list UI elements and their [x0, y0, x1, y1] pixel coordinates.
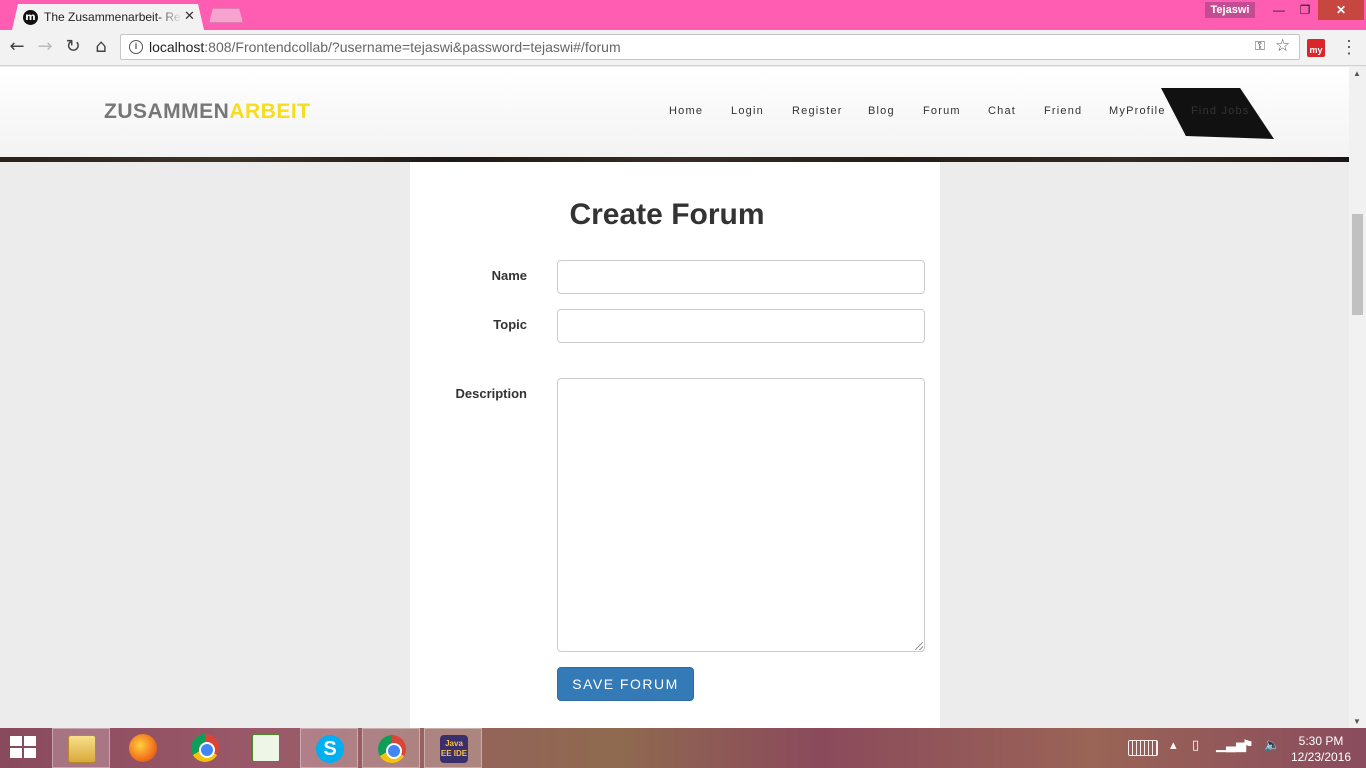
clock-time: 5:30 PM: [1298, 734, 1344, 748]
nav-link-login[interactable]: Login: [731, 105, 764, 117]
url-host: localhost: [149, 39, 205, 55]
site-logo[interactable]: ZUSAMMENARBEIT: [104, 100, 311, 124]
site-info-icon[interactable]: i: [129, 40, 143, 54]
taskbar-skype[interactable]: S: [300, 728, 358, 768]
extension-icon[interactable]: my: [1307, 39, 1325, 57]
java-ee-ide-icon: Java EE IDE: [440, 735, 468, 763]
site-header: ZUSAMMENARBEIT Home Login Register Blog …: [0, 67, 1349, 157]
topic-label: Topic: [493, 317, 527, 332]
taskbar-chrome-active[interactable]: [362, 728, 420, 768]
reload-icon[interactable]: ↻: [62, 36, 84, 58]
url-path: :808/Frontendcollab/?username=tejaswi&pa…: [204, 39, 621, 55]
browser-toolbar: ← → ↻ ⌂ i localhost:808/Frontendcollab/?…: [0, 30, 1366, 66]
volume-speaker-icon[interactable]: 🔈: [1264, 738, 1280, 753]
resize-grip-icon[interactable]: [915, 642, 923, 650]
saved-password-key-icon[interactable]: ⚿: [1255, 38, 1265, 54]
windows-start-icon[interactable]: [10, 736, 38, 760]
firefox-icon: [129, 734, 157, 762]
page-title: Create Forum: [569, 198, 765, 231]
nav-link-chat[interactable]: Chat: [988, 105, 1016, 117]
description-label: Description: [455, 386, 527, 401]
nav-link-friend[interactable]: Friend: [1044, 105, 1082, 117]
nav-link-find-jobs[interactable]: Find Jobs: [1161, 88, 1274, 139]
notepad-plus-plus-icon: [252, 734, 280, 762]
name-input[interactable]: [557, 260, 925, 294]
clock-date: 12/23/2016: [1290, 750, 1352, 764]
tab-title: The Zusammenarbeit- Re: [44, 10, 181, 24]
brand-part-2: ARBEIT: [229, 100, 311, 123]
address-bar[interactable]: i localhost:808/Frontendcollab/?username…: [120, 34, 1300, 60]
url-text[interactable]: localhost:808/Frontendcollab/?username=t…: [149, 39, 621, 55]
chrome-icon: [378, 735, 406, 763]
bookmark-star-icon[interactable]: ☆: [1275, 36, 1290, 56]
browser-menu-icon[interactable]: ⋮: [1340, 37, 1358, 58]
new-tab-button[interactable]: [209, 8, 243, 23]
site-favicon-icon: m: [23, 10, 38, 25]
window-close-button[interactable]: ✕: [1318, 0, 1364, 20]
page-scrollbar[interactable]: ▲ ▼: [1349, 67, 1366, 728]
scrollbar-thumb[interactable]: [1352, 214, 1363, 315]
taskbar-file-explorer[interactable]: [52, 728, 110, 768]
tab-close-icon[interactable]: ✕: [184, 8, 195, 24]
browser-tab-active[interactable]: m The Zusammenarbeit- Re ✕: [12, 4, 204, 30]
home-icon[interactable]: ⌂: [90, 36, 112, 58]
profile-user-badge[interactable]: Tejaswi: [1205, 2, 1255, 18]
nav-link-register[interactable]: Register: [792, 105, 843, 117]
taskbar-java-ee-ide[interactable]: Java EE IDE: [424, 728, 482, 768]
description-textarea[interactable]: [557, 378, 925, 652]
action-center-flag-icon[interactable]: ⚑: [1242, 738, 1254, 753]
find-jobs-label: Find Jobs: [1191, 105, 1250, 117]
nav-link-blog[interactable]: Blog: [868, 105, 895, 117]
nav-link-forum[interactable]: Forum: [923, 105, 961, 117]
page-viewport: ZUSAMMENARBEIT Home Login Register Blog …: [0, 67, 1349, 728]
save-forum-button[interactable]: SAVE FORUM: [557, 667, 694, 701]
show-hidden-icons-chevron-icon[interactable]: ▴: [1170, 738, 1177, 753]
back-arrow-icon[interactable]: ←: [6, 36, 28, 58]
nav-link-home[interactable]: Home: [669, 105, 703, 117]
taskbar-chrome[interactable]: [176, 728, 234, 768]
battery-icon[interactable]: ▯: [1192, 738, 1199, 753]
scroll-down-arrow-icon[interactable]: ▼: [1353, 717, 1361, 726]
taskbar-firefox[interactable]: [114, 728, 172, 768]
create-forum-form: Create Forum Name Topic Description SAVE…: [410, 162, 940, 728]
name-label: Name: [491, 268, 527, 283]
windows-taskbar: S Java EE IDE ▴ ▯ ▁▃▅ ⚑ 🔈 5:30 PM 12/23/…: [0, 728, 1366, 768]
browser-titlebar: m The Zusammenarbeit- Re ✕ Tejaswi — ❐ ✕: [0, 0, 1366, 30]
chrome-icon: [191, 734, 219, 762]
file-explorer-icon: [68, 735, 96, 763]
window-restore-button[interactable]: ❐: [1292, 0, 1318, 20]
taskbar-notepad-plus-plus[interactable]: [237, 728, 295, 768]
forward-arrow-icon[interactable]: →: [34, 36, 56, 58]
scroll-up-arrow-icon[interactable]: ▲: [1353, 69, 1361, 78]
nav-link-myprofile[interactable]: MyProfile: [1109, 105, 1166, 117]
window-minimize-button[interactable]: —: [1266, 0, 1292, 20]
topic-input[interactable]: [557, 309, 925, 343]
brand-part-1: ZUSAMMEN: [104, 100, 230, 123]
system-clock[interactable]: 5:30 PM 12/23/2016: [1290, 733, 1352, 765]
skype-icon: S: [316, 735, 344, 763]
touch-keyboard-icon[interactable]: [1128, 740, 1158, 756]
